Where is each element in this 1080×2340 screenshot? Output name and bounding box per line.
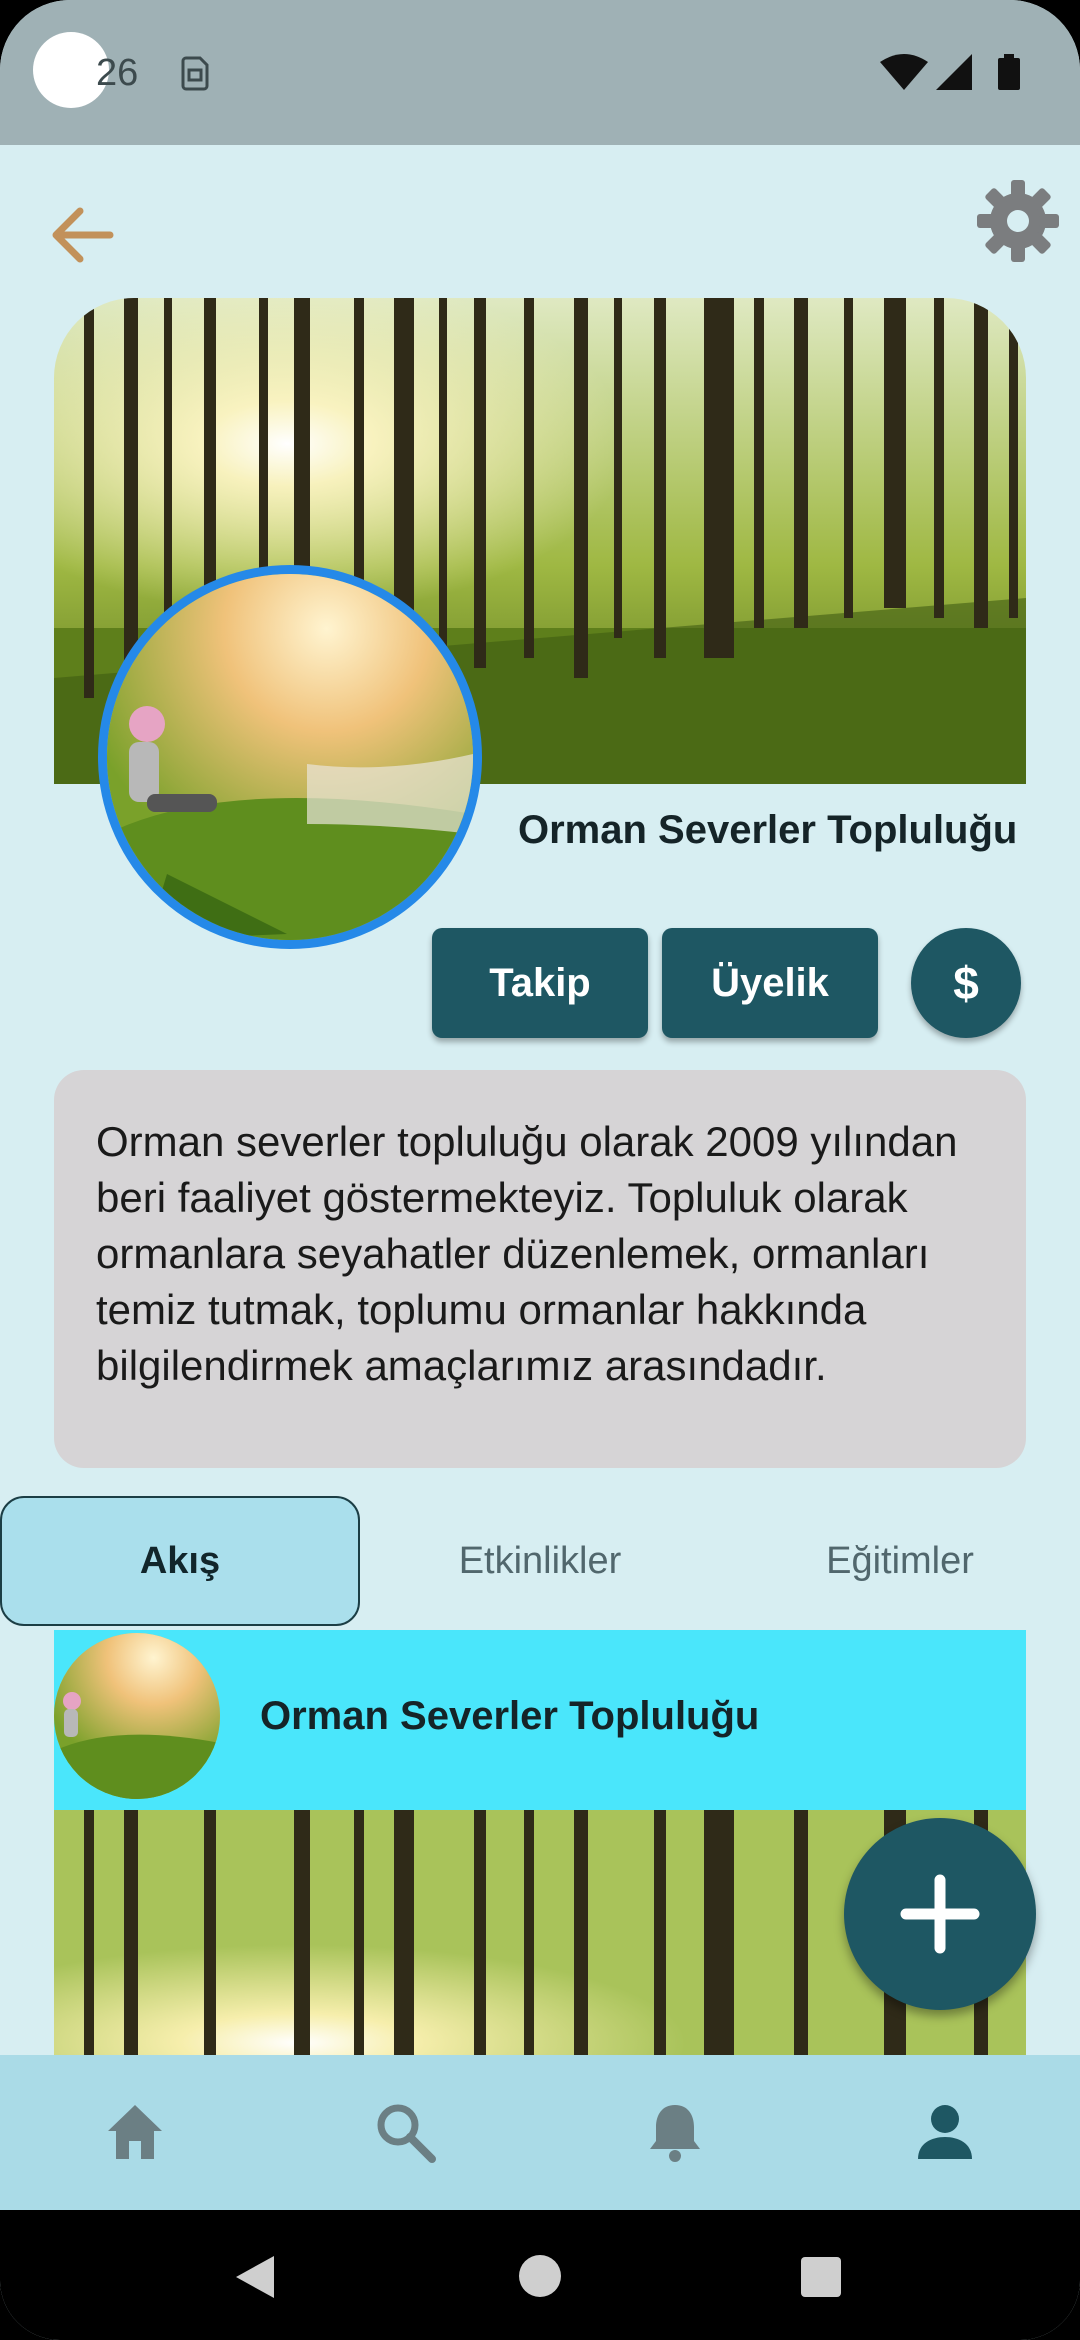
status-bar: 26 xyxy=(0,0,1080,145)
about-text: Orman severler topluluğu olarak 2009 yıl… xyxy=(96,1118,958,1389)
battery-icon xyxy=(998,54,1020,90)
membership-button[interactable]: Üyelik xyxy=(662,928,878,1038)
phone-screen: 26 Orman Severler Topluluğu Takip Üyelik… xyxy=(0,0,1080,2340)
gear-icon[interactable] xyxy=(975,178,1061,264)
search-icon[interactable] xyxy=(372,2099,438,2165)
top-app-bar xyxy=(0,145,1080,295)
profile-avatar[interactable] xyxy=(98,565,482,949)
bell-icon[interactable] xyxy=(642,2099,708,2165)
plus-icon xyxy=(900,1874,980,1954)
post-header[interactable]: Orman Severler Topluluğu xyxy=(54,1630,1026,1810)
tab-bar: Akış Etkinlikler Eğitimler xyxy=(0,1496,1080,1630)
home-icon[interactable] xyxy=(102,2099,168,2165)
post-author-avatar[interactable] xyxy=(54,1633,220,1799)
tab-trainings[interactable]: Eğitimler xyxy=(720,1496,1080,1626)
home-circle-icon[interactable] xyxy=(518,2254,562,2298)
arrow-left-icon[interactable] xyxy=(44,197,120,273)
donate-button[interactable]: $ xyxy=(911,928,1021,1038)
back-triangle-icon[interactable] xyxy=(234,2254,276,2300)
system-status-icons xyxy=(880,54,1020,90)
recents-square-icon[interactable] xyxy=(800,2256,842,2298)
add-post-button[interactable] xyxy=(844,1818,1036,2010)
tab-events[interactable]: Etkinlikler xyxy=(360,1496,720,1626)
status-time: 26 xyxy=(96,52,139,94)
community-name: Orman Severler Topluluğu xyxy=(518,808,1018,852)
wifi-icon xyxy=(880,54,928,90)
system-navigation-bar xyxy=(0,2210,1080,2340)
tab-feed[interactable]: Akış xyxy=(0,1496,360,1626)
bottom-navigation xyxy=(0,2055,1080,2210)
post-author-name: Orman Severler Topluluğu xyxy=(260,1694,760,1738)
person-icon[interactable] xyxy=(912,2099,978,2165)
signal-icon xyxy=(936,54,972,90)
sim-card-icon xyxy=(181,56,209,91)
about-card: Orman severler topluluğu olarak 2009 yıl… xyxy=(54,1070,1026,1468)
follow-button[interactable]: Takip xyxy=(432,928,648,1038)
